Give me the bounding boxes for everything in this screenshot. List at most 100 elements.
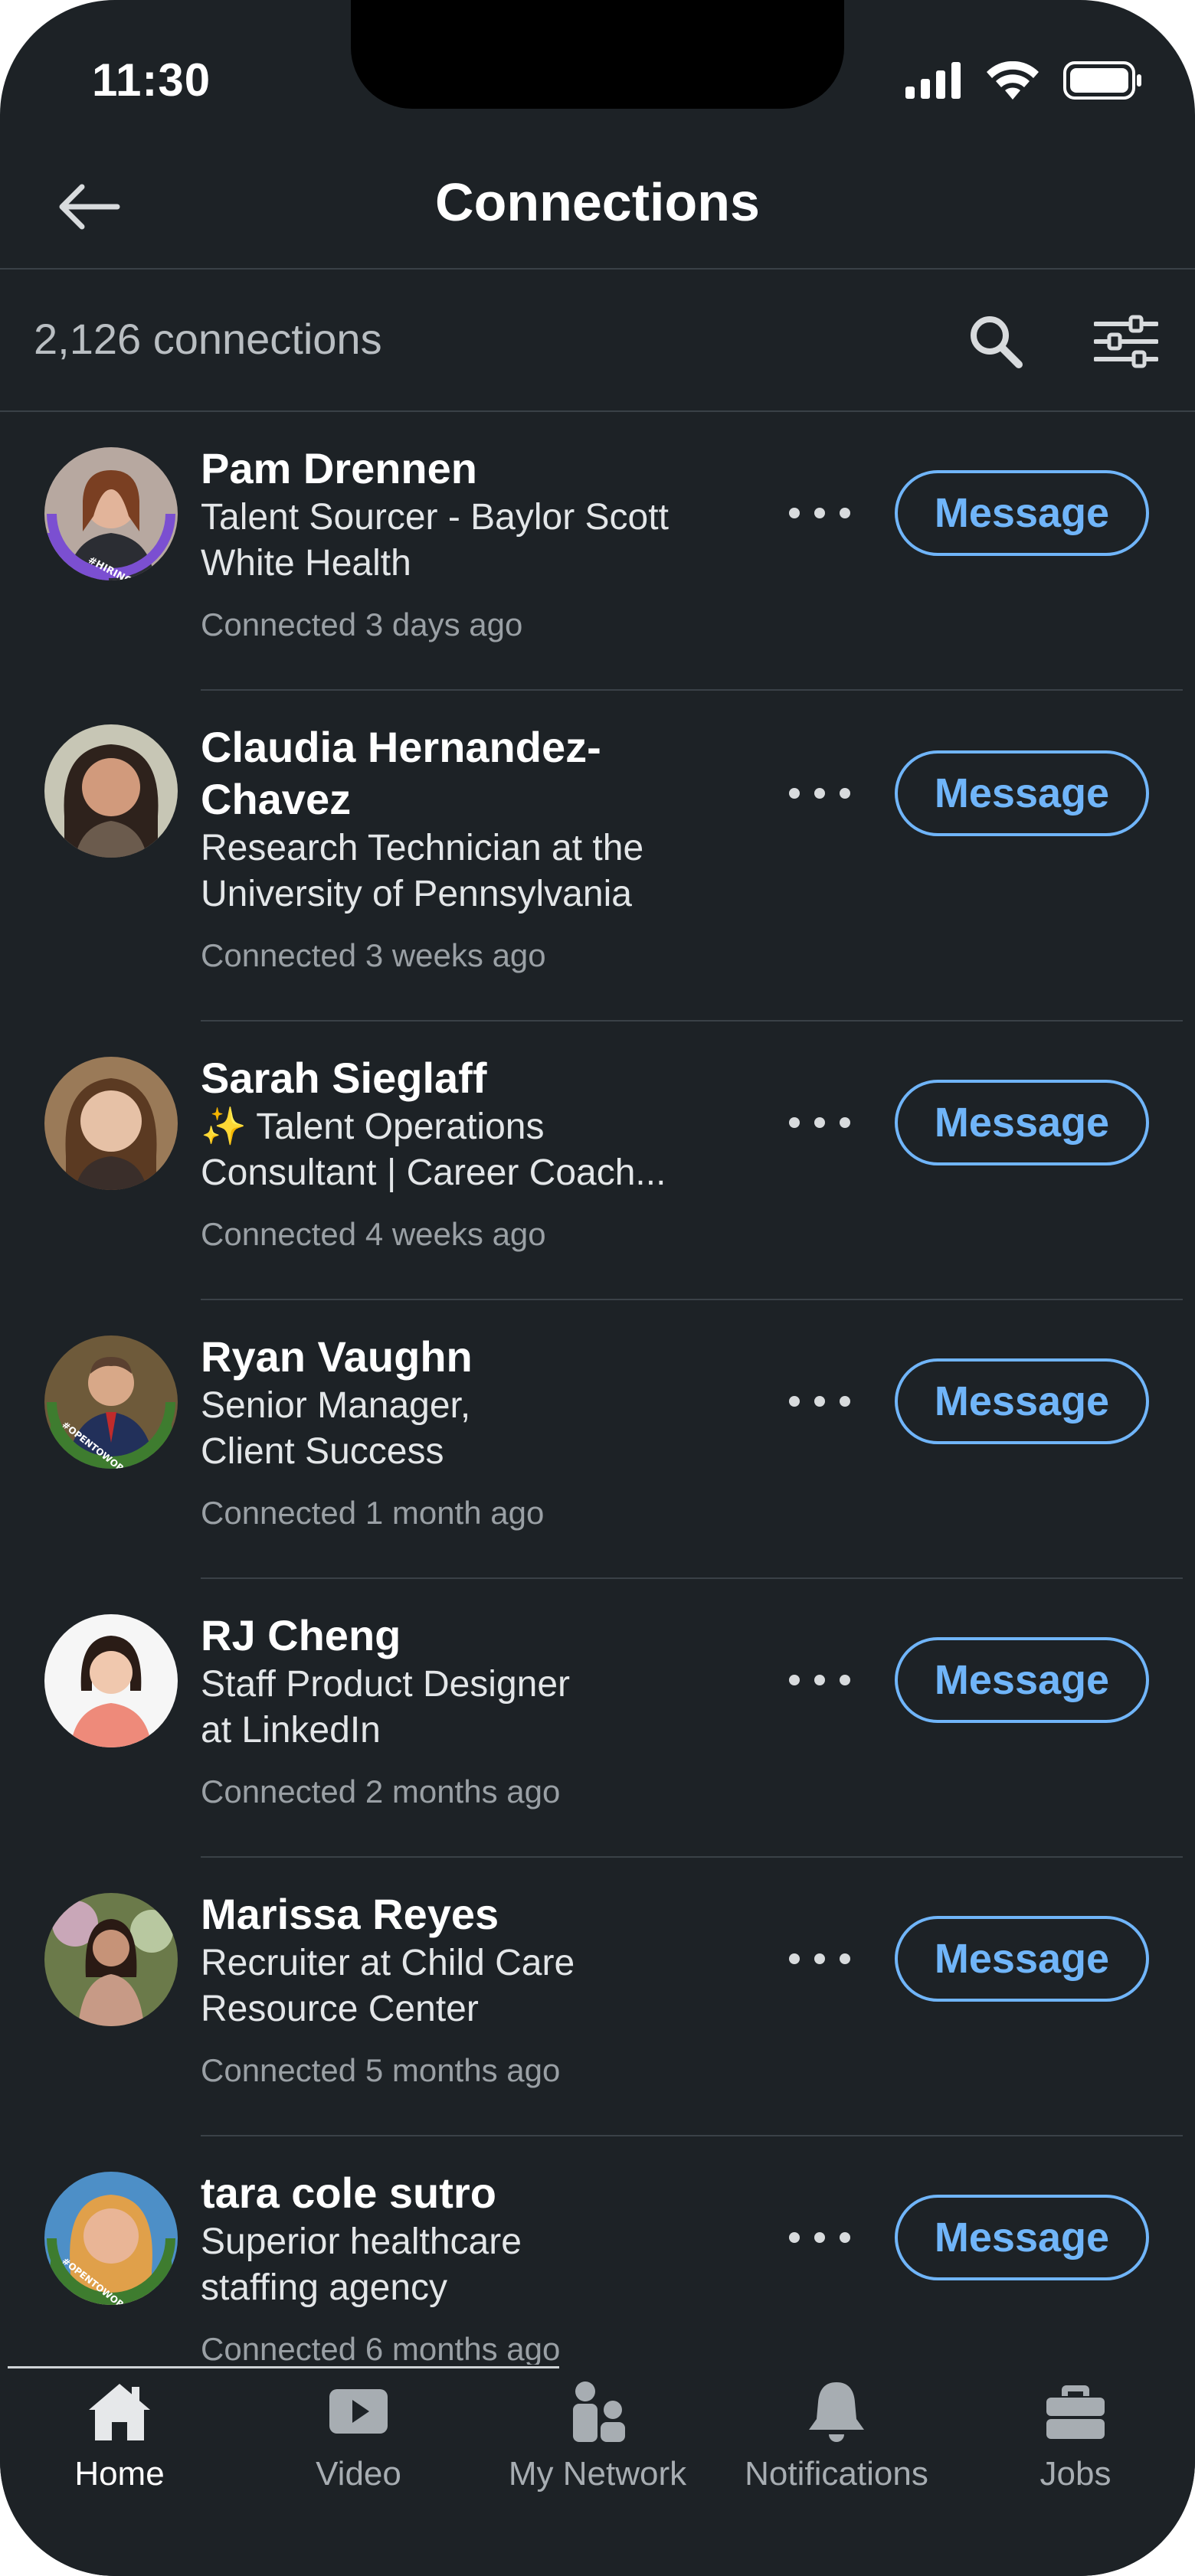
avatar[interactable]: [44, 724, 178, 858]
tab-my-network[interactable]: My Network: [478, 2377, 717, 2530]
connection-name[interactable]: Sarah Sieglaff: [201, 1052, 737, 1104]
home-icon: [85, 2377, 154, 2446]
more-dot-icon: [814, 1396, 825, 1407]
connection-row[interactable]: Sarah Sieglaff ✨ Talent Operations Consu…: [0, 1022, 1195, 1300]
more-dot-icon: [789, 788, 800, 799]
more-dot-icon: [840, 1675, 850, 1685]
connection-info: Ryan Vaughn Senior Manager, Client Succe…: [201, 1331, 737, 1535]
more-dot-icon: [789, 2232, 800, 2243]
connection-row[interactable]: Marissa Reyes Recruiter at Child Care Re…: [0, 1858, 1195, 2136]
connection-name[interactable]: Marissa Reyes: [201, 1888, 737, 1940]
cellular-signal-icon: [905, 62, 961, 99]
connections-toolbar: 2,126 connections: [0, 270, 1195, 412]
connection-row[interactable]: Claudia Hernandez- Chavez Research Techn…: [0, 691, 1195, 1022]
tab-video[interactable]: Video: [239, 2377, 478, 2530]
message-button[interactable]: Message: [895, 2195, 1149, 2280]
more-options-button[interactable]: [781, 1378, 858, 1424]
more-dot-icon: [814, 1953, 825, 1964]
connection-headline-line-1: ✨ Talent Operations: [201, 1107, 545, 1147]
active-tab-indicator: [8, 2366, 559, 2368]
avatar[interactable]: [44, 1057, 178, 1190]
search-icon: [971, 316, 1023, 368]
tab-label: Notifications: [745, 2455, 928, 2493]
message-button[interactable]: Message: [895, 1080, 1149, 1165]
connection-row[interactable]: #HIRING Pam Drennen Talent Sourcer - Bay…: [0, 412, 1195, 691]
connection-info: Pam Drennen Talent Sourcer - Baylor Scot…: [201, 443, 737, 646]
filter-button[interactable]: [1088, 303, 1164, 380]
connection-headline-line-2: Client Success: [201, 1431, 444, 1472]
tab-notifications[interactable]: Notifications: [717, 2377, 956, 2530]
more-dot-icon: [840, 508, 850, 518]
more-dot-icon: [789, 1675, 800, 1685]
avatar[interactable]: #OPENTOWORK: [44, 2172, 178, 2305]
avatar[interactable]: #OPENTOWORK: [44, 1335, 178, 1469]
bell-icon: [802, 2377, 871, 2446]
connection-headline-line-2: White Health: [201, 543, 411, 584]
status-icons: [905, 61, 1143, 100]
more-options-button[interactable]: [781, 770, 858, 816]
connection-info: Sarah Sieglaff ✨ Talent Operations Consu…: [201, 1052, 737, 1256]
more-dot-icon: [840, 1953, 850, 1964]
message-button[interactable]: Message: [895, 470, 1149, 556]
message-button[interactable]: Message: [895, 1916, 1149, 2002]
connections-list: #HIRING Pam Drennen Talent Sourcer - Bay…: [0, 412, 1195, 2365]
more-dot-icon: [840, 1117, 850, 1128]
header: Connections: [0, 138, 1195, 270]
tab-label: Video: [316, 2455, 401, 2493]
avatar[interactable]: [44, 1893, 178, 2026]
more-options-button[interactable]: [781, 1657, 858, 1703]
connection-headline-line-1: Recruiter at Child Care: [201, 1943, 575, 1983]
connection-headline-line-2: Consultant | Career Coach...: [201, 1152, 666, 1193]
connection-headline-line-1: Senior Manager,: [201, 1385, 471, 1426]
connection-row[interactable]: #OPENTOWORK Ryan Vaughn Senior Manager, …: [0, 1300, 1195, 1579]
more-dot-icon: [840, 1396, 850, 1407]
more-dot-icon: [789, 1396, 800, 1407]
connected-time: Connected 6 months ago: [201, 2331, 561, 2365]
more-dot-icon: [814, 2232, 825, 2243]
avatar[interactable]: #HIRING: [44, 447, 178, 580]
more-options-button[interactable]: [781, 1100, 858, 1146]
connection-name[interactable]: tara cole sutro: [201, 2167, 737, 2219]
notch: [351, 0, 844, 109]
connection-name[interactable]: Pam Drennen: [201, 443, 737, 495]
more-dot-icon: [814, 1675, 825, 1685]
connected-time: Connected 5 months ago: [201, 2052, 561, 2088]
message-button[interactable]: Message: [895, 750, 1149, 836]
sliders-icon: [1094, 315, 1158, 368]
connection-info: Marissa Reyes Recruiter at Child Care Re…: [201, 1888, 737, 2092]
connection-name-line-1[interactable]: Claudia Hernandez-: [201, 721, 737, 773]
phone-screen: 11:30 Connections 2,126 connections #HIR…: [0, 0, 1195, 2576]
connected-time: Connected 3 weeks ago: [201, 937, 546, 973]
more-dot-icon: [814, 508, 825, 518]
connections-count: 2,126 connections: [34, 315, 382, 363]
connection-headline-line-2: University of Pennsylvania: [201, 874, 632, 914]
connection-name[interactable]: Ryan Vaughn: [201, 1331, 737, 1383]
more-dot-icon: [814, 788, 825, 799]
message-button[interactable]: Message: [895, 1637, 1149, 1723]
message-button[interactable]: Message: [895, 1358, 1149, 1444]
avatar[interactable]: [44, 1614, 178, 1747]
connection-row[interactable]: RJ Cheng Staff Product Designer at Linke…: [0, 1579, 1195, 1858]
connection-name[interactable]: RJ Cheng: [201, 1610, 737, 1662]
tab-home[interactable]: Home: [0, 2377, 239, 2530]
more-dot-icon: [789, 1117, 800, 1128]
more-options-button[interactable]: [781, 490, 858, 536]
connection-headline-line-1: Talent Sourcer - Baylor Scott: [201, 497, 669, 538]
connection-info: tara cole sutro Superior healthcare staf…: [201, 2167, 737, 2365]
bottom-tab-bar: Home Video My Network Notifications Jobs: [0, 2366, 1195, 2576]
connection-info: Claudia Hernandez- Chavez Research Techn…: [201, 721, 737, 977]
more-options-button[interactable]: [781, 2215, 858, 2261]
more-dot-icon: [789, 1953, 800, 1964]
connection-row[interactable]: #OPENTOWORK tara cole sutro Superior hea…: [0, 2136, 1195, 2365]
more-dot-icon: [840, 788, 850, 799]
page-title: Connections: [435, 172, 760, 232]
more-options-button[interactable]: [781, 1936, 858, 1982]
connected-time: Connected 3 days ago: [201, 606, 523, 642]
connection-name-line-2[interactable]: Chavez: [201, 773, 737, 825]
connection-headline-line-1: Staff Product Designer: [201, 1664, 571, 1705]
battery-icon: [1063, 61, 1141, 100]
tab-jobs[interactable]: Jobs: [956, 2377, 1195, 2530]
search-button[interactable]: [958, 303, 1034, 380]
tab-label: Home: [74, 2455, 165, 2493]
connection-headline-line-2: staffing agency: [201, 2267, 448, 2308]
